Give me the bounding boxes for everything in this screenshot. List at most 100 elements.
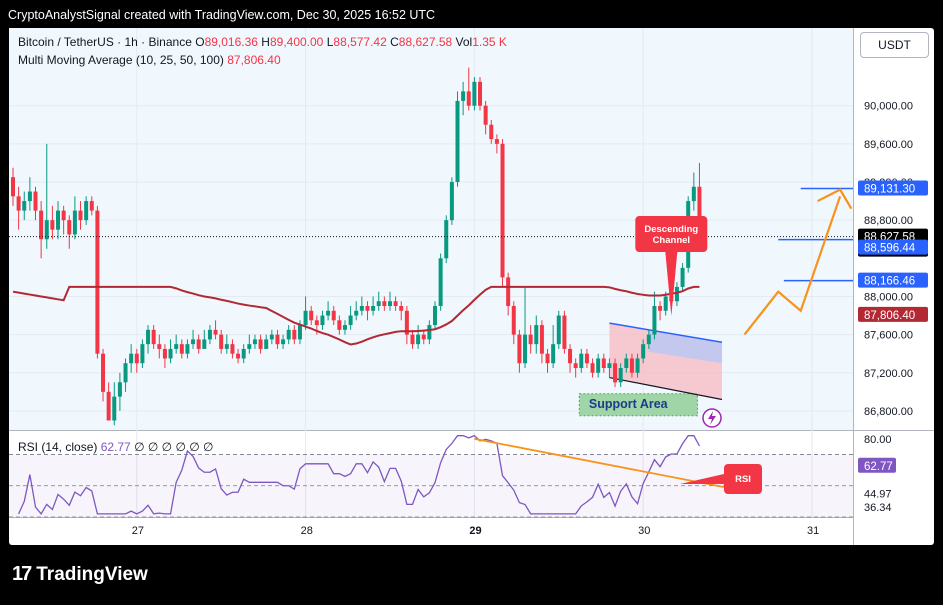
price-label-text: 89,131.30: [864, 184, 915, 196]
candle-body: [275, 334, 280, 345]
candle-body: [326, 310, 331, 316]
candle-body: [466, 91, 471, 106]
candle-body: [444, 220, 449, 259]
candle-body: [247, 344, 252, 349]
candle-body: [376, 301, 381, 306]
candle-body: [556, 315, 561, 345]
candle-body: [151, 329, 156, 345]
rsi-value: 62.77: [100, 440, 131, 454]
candle-body: [393, 301, 398, 306]
candle-body: [551, 344, 556, 364]
candle-body: [410, 334, 415, 345]
candle-body: [534, 325, 539, 345]
candle-body: [281, 339, 286, 345]
candle-body: [455, 100, 460, 182]
candle-body: [292, 329, 297, 340]
x-tick-label: 28: [301, 525, 313, 537]
candle-body: [427, 325, 432, 340]
candle-body: [230, 344, 235, 354]
price-label-text: 87,806.40: [864, 310, 915, 322]
candle-body: [652, 306, 657, 335]
candle-body: [579, 353, 584, 368]
candle-body: [78, 210, 83, 221]
candle-body: [646, 334, 651, 345]
candle-body: [601, 358, 606, 368]
rsi-y-tick-label: 36.34: [864, 502, 892, 514]
low-value: 88,577.42: [333, 35, 387, 49]
candle-body: [56, 210, 61, 230]
candle-body: [387, 301, 392, 306]
y-tick-label: 88,000.00: [864, 291, 913, 303]
chart-legend: Bitcoin / TetherUS · 1h · Binance O89,01…: [18, 33, 507, 69]
candle-body: [573, 363, 578, 368]
symbol-label[interactable]: Bitcoin / TetherUS · 1h · Binance: [18, 35, 192, 49]
candle-body: [365, 306, 370, 311]
candle-body: [236, 353, 241, 359]
price-chart[interactable]: 90,000.0089,600.0089,200.0088,800.0088,0…: [0, 0, 943, 605]
x-tick-label: 31: [807, 525, 819, 537]
candle-body: [27, 191, 32, 202]
candle-body: [590, 363, 595, 373]
candle-body: [84, 201, 89, 221]
x-tick-label: 27: [132, 525, 144, 537]
callout-text: Channel: [653, 235, 690, 246]
candle-body: [258, 339, 263, 349]
y-tick-label: 90,000.00: [864, 101, 913, 113]
candle-body: [663, 296, 668, 311]
candle-body: [157, 344, 162, 349]
candle-body: [174, 344, 179, 349]
candle-body: [483, 105, 488, 125]
candle-body: [39, 210, 44, 240]
candle-body: [461, 91, 466, 101]
candle-body: [511, 306, 516, 335]
candle-body: [528, 334, 533, 345]
candle-body: [449, 182, 454, 221]
price-label-text: 88,596.44: [864, 243, 916, 255]
candle-body: [613, 363, 618, 383]
candle-body: [635, 358, 640, 373]
candle-body: [179, 344, 184, 354]
candle-body: [596, 358, 601, 373]
price-label-resistance: 89,131.30: [858, 180, 928, 196]
open-label: O: [195, 35, 205, 49]
candle-body: [607, 363, 612, 368]
candle-body: [112, 396, 117, 421]
candle-body: [252, 339, 257, 345]
main-plot-background: [9, 28, 853, 430]
candle-body: [562, 315, 567, 349]
vol-label: Vol: [455, 35, 473, 49]
support-area-label: Support Area: [589, 397, 669, 411]
price-label-ma: 87,806.40: [858, 306, 928, 322]
candle-body: [320, 315, 325, 326]
ma-label[interactable]: Multi Moving Average (10, 25, 50, 100): [18, 53, 224, 67]
y-tick-label: 86,800.00: [864, 406, 913, 418]
candle-body: [421, 334, 426, 340]
callout-text: Descending: [644, 224, 698, 235]
candle-body: [202, 339, 207, 349]
candle-body: [72, 210, 77, 235]
y-tick-label: 88,800.00: [864, 215, 913, 227]
candle-body: [61, 210, 66, 221]
tradingview-logo-icon: 17: [12, 563, 32, 585]
candle-body: [309, 310, 314, 321]
candle-body: [674, 286, 679, 302]
candle-body: [269, 334, 274, 340]
rsi-label[interactable]: RSI (14, close): [18, 440, 97, 454]
ma-value: 87,806.40: [227, 53, 281, 67]
lightning-icon: [702, 408, 722, 428]
candle-body: [286, 329, 291, 340]
candle-body: [22, 201, 27, 211]
vol-value: 1.35 K: [472, 35, 507, 49]
open-value: 89,016.36: [204, 35, 258, 49]
candle-body: [354, 310, 359, 316]
candle-body: [101, 353, 106, 392]
y-tick-label: 87,600.00: [864, 330, 913, 342]
currency-button[interactable]: USDT: [860, 32, 929, 58]
candle-body: [629, 358, 634, 373]
price-label-level: 88,596.44: [858, 239, 928, 255]
price-label-support: 88,166.46: [858, 272, 928, 288]
candle-body: [191, 339, 196, 345]
close-value: 88,627.58: [398, 35, 453, 49]
candle-body: [416, 334, 421, 345]
high-value: 89,400.00: [269, 35, 324, 49]
